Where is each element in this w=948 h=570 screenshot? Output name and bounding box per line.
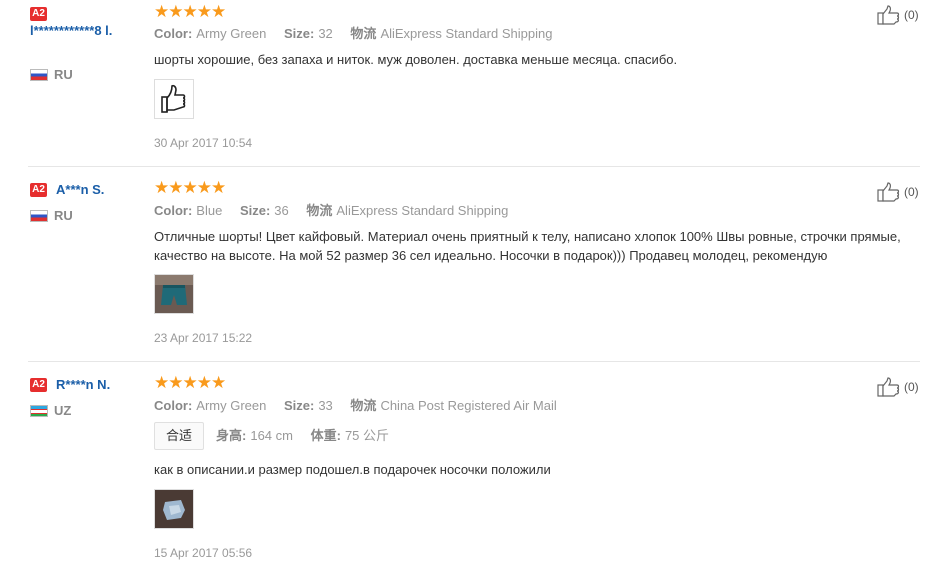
review-attributes: Color: Army Green Size: 32 物流 AliExpress St… [154, 25, 552, 43]
reviewer-country: RU [54, 67, 73, 82]
review-photo[interactable] [154, 489, 194, 529]
size-value: 33 [318, 398, 333, 413]
size-label: Size: [283, 398, 315, 413]
star-rating: ★★★★★ [154, 373, 226, 392]
color-label: Color: [154, 398, 193, 413]
divider [28, 166, 920, 167]
size-value: 36 [274, 203, 289, 218]
shipping-value: AliExpress Standard Shipping [336, 203, 509, 218]
review-attributes: Color: Army Green Size: 33 物流 China Post Re… [154, 397, 557, 415]
reviewer-name[interactable]: R****n N. [56, 376, 110, 393]
shorts-photo-icon [155, 275, 193, 313]
height-label: 身高: [216, 428, 247, 443]
buyer-level-badge: A2 [30, 378, 47, 392]
weight-label: 体重: [310, 428, 341, 443]
shipping-value: China Post Registered Air Mail [380, 398, 557, 413]
fit-tag: 合适 [154, 422, 205, 450]
review-date: 30 Apr 2017 10:54 [154, 136, 253, 150]
review-text: как в описании.и размер подошел.в подаро… [154, 462, 551, 477]
buyer-level-badge: A2 [30, 7, 47, 21]
color-label: Color: [154, 26, 193, 41]
thumbs-up-photo-icon [155, 80, 193, 118]
reviewer-country: RU [54, 208, 73, 223]
thumbs-up-icon [877, 377, 900, 397]
body-measurements: 身高: 164 cm 体重: 75 公斤 [216, 427, 389, 445]
socks-photo-icon [155, 490, 193, 528]
thumbs-up-icon [877, 182, 900, 202]
helpful-count: (0) [904, 185, 919, 199]
reviewer-country: UZ [54, 403, 72, 418]
buyer-level-badge: A2 [30, 183, 47, 197]
country-flag-icon [30, 210, 48, 222]
shipping-label: 物流 [350, 398, 377, 413]
shipping-label: 物流 [350, 26, 377, 41]
review-text: шорты хорошие, без запаха и ниток. муж д… [154, 52, 678, 67]
review-text: Отличные шорты! Цвет кайфовый. Материал … [154, 229, 901, 263]
helpful-button[interactable]: (0) [877, 377, 919, 397]
review-date: 15 Apr 2017 05:56 [154, 546, 253, 560]
color-value: Blue [196, 203, 223, 218]
country-flag-icon [30, 405, 48, 417]
size-label: Size: [283, 26, 315, 41]
shipping-label: 物流 [306, 203, 333, 218]
shipping-value: AliExpress Standard Shipping [380, 26, 553, 41]
color-value: Army Green [196, 26, 267, 41]
star-rating: ★★★★★ [154, 178, 226, 197]
helpful-count: (0) [904, 8, 919, 22]
reviewer-name[interactable]: A***n S. [56, 181, 104, 198]
divider [28, 361, 920, 362]
reviewer-name[interactable]: l************8 l. [30, 22, 142, 39]
color-label: Color: [154, 203, 193, 218]
size-label: Size: [239, 203, 271, 218]
review-date: 23 Apr 2017 15:22 [154, 331, 253, 345]
height-value: 164 cm [250, 428, 293, 443]
country-flag-icon [30, 69, 48, 81]
helpful-count: (0) [904, 380, 919, 394]
thumbs-up-icon [877, 5, 900, 25]
weight-value: 75 公斤 [344, 428, 390, 443]
review-attributes: Color: Blue Size: 36 物流 AliExpress Standard… [154, 202, 508, 220]
helpful-button[interactable]: (0) [877, 182, 919, 202]
review-photo[interactable] [154, 79, 194, 119]
star-rating: ★★★★★ [154, 2, 226, 21]
size-value: 32 [318, 26, 333, 41]
review-photo[interactable] [154, 274, 194, 314]
color-value: Army Green [196, 398, 267, 413]
helpful-button[interactable]: (0) [877, 5, 919, 25]
